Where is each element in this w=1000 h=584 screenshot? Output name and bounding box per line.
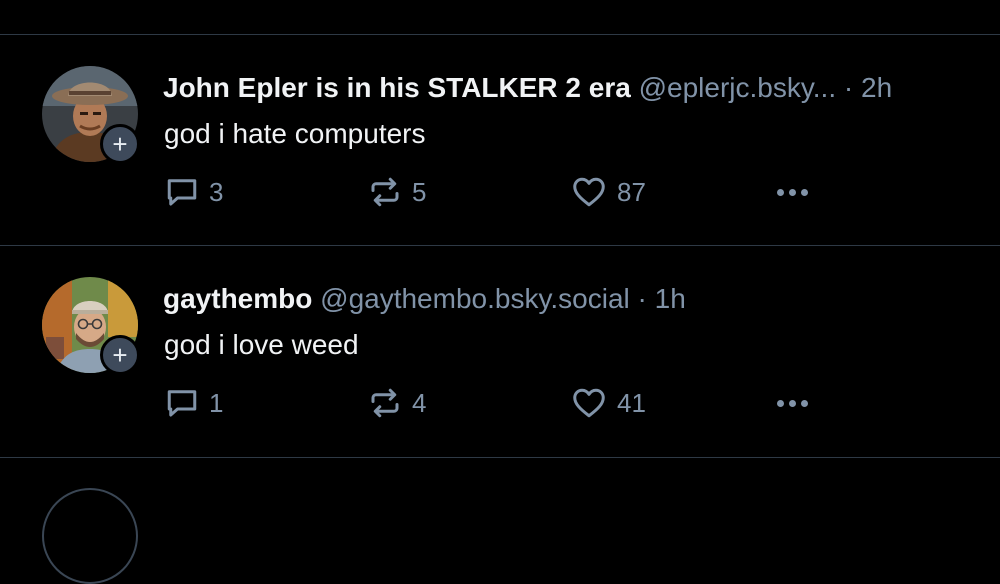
ellipsis-icon [801, 400, 808, 407]
feed-post[interactable]: + gaythembo @gaythembo.bsky.social · 1h … [0, 246, 1000, 456]
author-handle[interactable]: @gaythembo.bsky.social [320, 283, 630, 314]
avatar-container: + [42, 277, 140, 375]
meta-separator: · [843, 72, 854, 103]
reply-button[interactable]: 3 [164, 174, 223, 210]
ellipsis-icon [789, 400, 796, 407]
author-handle[interactable]: @eplerjc.bsky... [639, 72, 837, 103]
ellipsis-icon [777, 189, 784, 196]
repost-button[interactable]: 5 [367, 174, 426, 210]
follow-button[interactable]: + [100, 124, 140, 164]
ellipsis-icon [801, 189, 808, 196]
speech-bubble-icon [167, 179, 197, 206]
like-button[interactable]: 41 [570, 385, 646, 421]
avatar-container: + [42, 66, 140, 164]
reply-count: 1 [209, 387, 224, 418]
feed-divider [0, 457, 1000, 458]
post-text: god i love weed [164, 329, 359, 360]
like-count: 41 [617, 387, 646, 418]
post-header: gaythembo @gaythembo.bsky.social · 1h [163, 282, 686, 316]
ellipsis-icon [789, 189, 796, 196]
like-count: 87 [617, 176, 646, 207]
reply-button[interactable]: 1 [164, 385, 223, 421]
follow-button[interactable]: + [100, 335, 140, 375]
post-timestamp[interactable]: 1h [655, 283, 686, 314]
ellipsis-icon [777, 400, 784, 407]
more-options-button[interactable] [777, 189, 808, 196]
post-text: god i hate computers [164, 118, 426, 149]
meta-separator: · [637, 283, 647, 314]
heart-icon [573, 388, 605, 418]
like-button[interactable]: 87 [570, 174, 646, 210]
repost-button[interactable]: 4 [367, 385, 426, 421]
author-name[interactable]: John Epler is in his STALKER 2 era [163, 72, 631, 103]
more-options-button[interactable] [777, 400, 808, 407]
repost-arrows-icon [371, 388, 399, 418]
post-timestamp[interactable]: 2h [861, 72, 892, 103]
plus-icon: + [112, 129, 128, 159]
repost-arrows-icon [371, 177, 399, 207]
plus-icon: + [112, 340, 128, 370]
speech-bubble-icon [167, 390, 197, 417]
author-name[interactable]: gaythembo [163, 283, 312, 314]
repost-count: 4 [412, 387, 427, 418]
repost-count: 5 [412, 176, 427, 207]
avatar[interactable] [42, 488, 138, 584]
reply-count: 3 [209, 176, 224, 207]
post-header: John Epler is in his STALKER 2 era @eple… [163, 71, 892, 105]
feed-post[interactable]: + John Epler is in his STALKER 2 era @ep… [0, 35, 1000, 245]
heart-icon [573, 177, 605, 207]
